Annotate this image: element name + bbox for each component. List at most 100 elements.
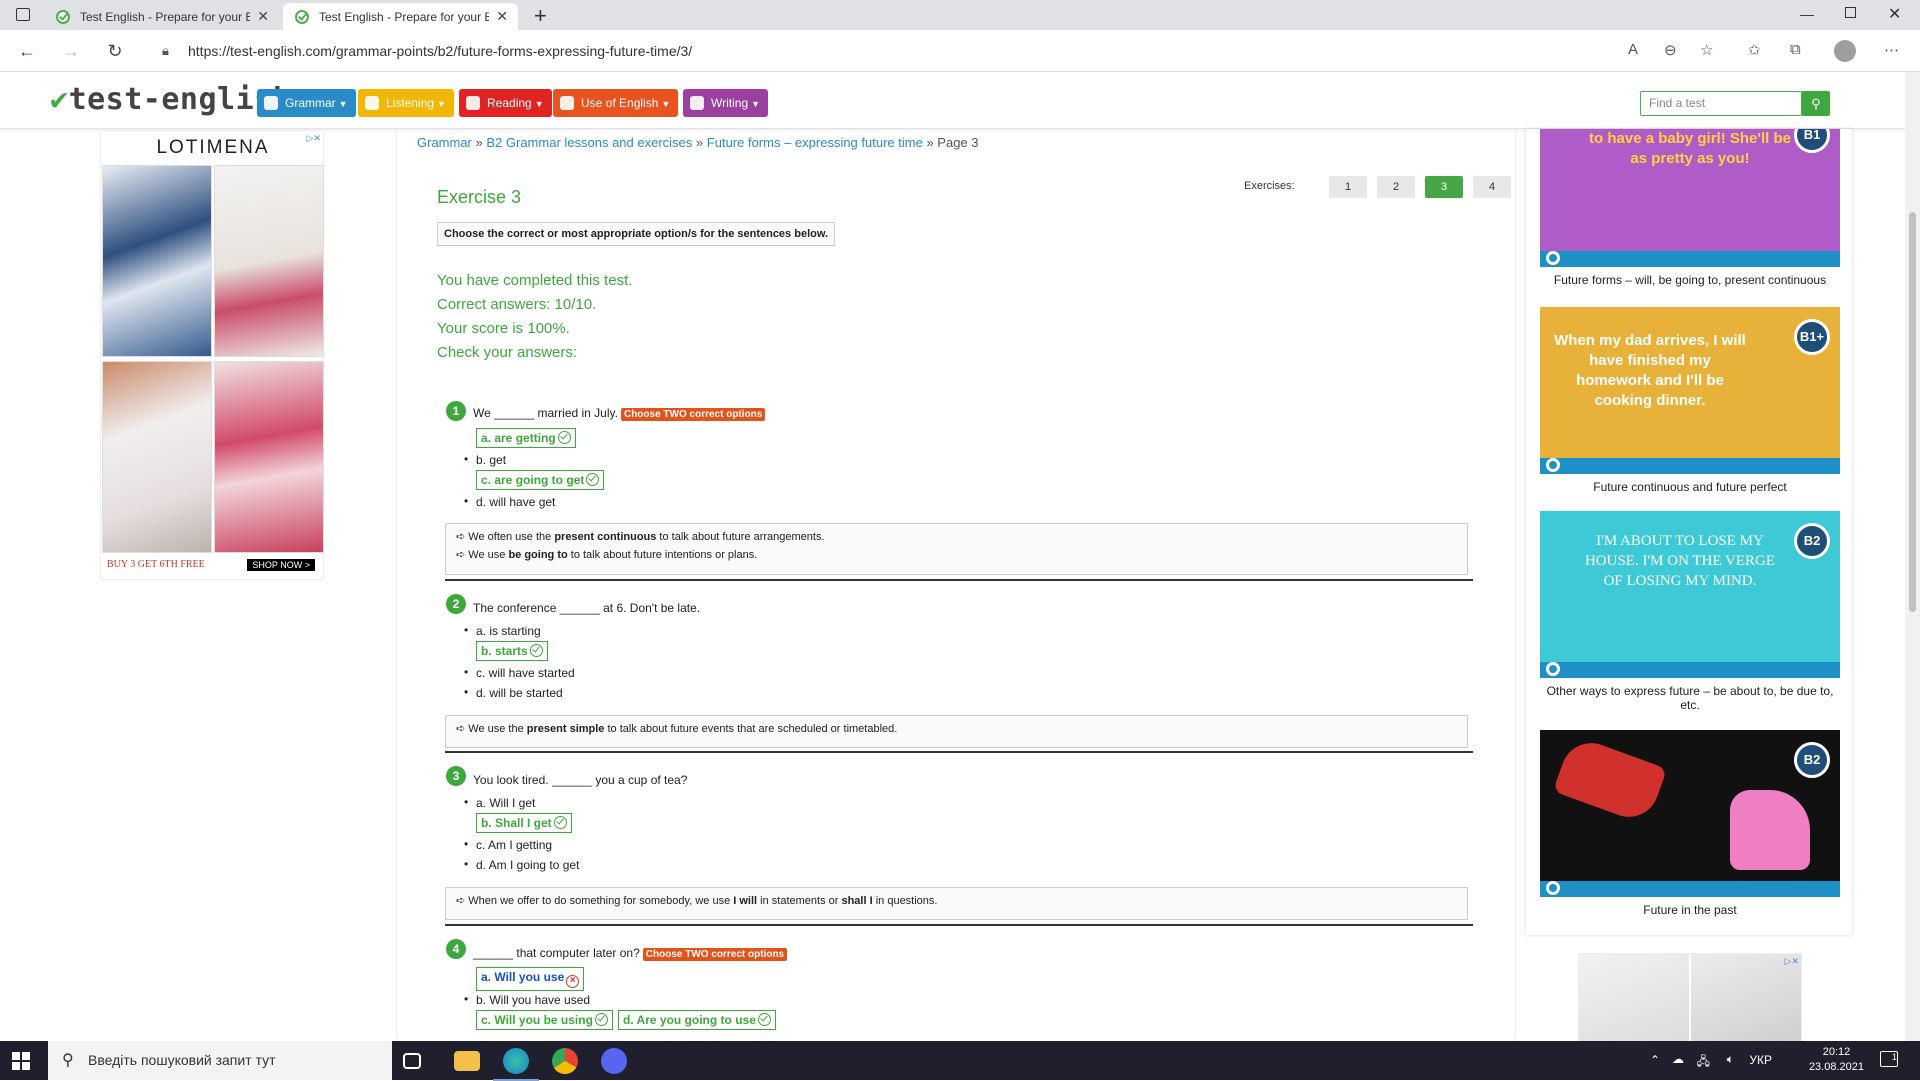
answer-option: b. get xyxy=(464,452,506,467)
lesson-card[interactable]: I'M ABOUT TO LOSE MY HOUSE. I'M ON THE V… xyxy=(1540,511,1840,712)
tray-chevron-icon[interactable]: ⌃ xyxy=(1650,1053,1660,1067)
ad-image[interactable] xyxy=(214,361,324,553)
collections-icon[interactable]: ⧉ xyxy=(1790,41,1801,58)
lesson-caption[interactable]: Other ways to express future – be about … xyxy=(1540,684,1840,712)
question-text: The conference ______ at 6. Don't be lat… xyxy=(473,601,701,615)
menu-use-of-english[interactable]: Use of English ▼ xyxy=(553,89,679,117)
favorites-icon[interactable]: ✩ xyxy=(1748,41,1761,59)
correct-check-icon xyxy=(529,644,543,657)
question-text: We ______ married in July. Choose TWO cor… xyxy=(473,406,766,421)
language-indicator[interactable]: УКР xyxy=(1749,1053,1772,1067)
network-icon[interactable]: 🖧︎ xyxy=(1697,1052,1710,1073)
question-number: 4 xyxy=(446,939,466,959)
restore-icon[interactable] xyxy=(1845,7,1856,18)
site-icon xyxy=(1546,251,1560,265)
lesson-thumbnail[interactable]: I'M ABOUT TO LOSE MY HOUSE. I'M ON THE V… xyxy=(1540,511,1840,678)
correct-check-icon xyxy=(553,816,567,829)
windows-start-icon[interactable] xyxy=(12,1052,30,1070)
lesson-caption[interactable]: Future in the past xyxy=(1540,903,1840,917)
close-tab-icon[interactable]: ✕ xyxy=(496,8,508,25)
advertisement-right[interactable]: ▷✕ xyxy=(1578,953,1802,1043)
task-view-icon[interactable] xyxy=(403,1053,421,1069)
zoom-icon[interactable]: ⊖ xyxy=(1664,41,1677,59)
breadcrumb-current: Page 3 xyxy=(937,135,979,150)
dinosaur-image xyxy=(1730,790,1810,870)
question-number: 2 xyxy=(446,594,466,614)
taskbar-search-input[interactable]: ⚲ Введіть пошуковий запит тут xyxy=(48,1041,392,1080)
lesson-card[interactable]: to have a baby girl! She'll be as pretty… xyxy=(1540,129,1840,287)
related-lessons-sidebar: to have a baby girl! She'll be as pretty… xyxy=(1526,129,1852,935)
taskbar-clock[interactable]: 20:12 23.08.2021 xyxy=(1809,1045,1864,1075)
clock-date: 23.08.2021 xyxy=(1808,1061,1864,1073)
site-header: ✔test-english Grammar ▼ Listening ▼ Readin… xyxy=(0,72,1905,129)
ad-image[interactable] xyxy=(1579,954,1689,1042)
breadcrumb-b2-lessons[interactable]: B2 Grammar lessons and exercises xyxy=(486,135,692,150)
exercise-page-2[interactable]: 2 xyxy=(1377,176,1415,198)
onedrive-icon[interactable]: ☁ xyxy=(1672,1052,1684,1066)
url-field[interactable]: 🔒︎ https://test-english.com/grammar-poin… xyxy=(160,36,1340,66)
menu-listening[interactable]: Listening ▼ xyxy=(358,89,454,117)
lesson-card[interactable]: B2 Future in the past xyxy=(1540,730,1840,917)
read-aloud-icon[interactable]: A xyxy=(1628,41,1638,58)
ad-image[interactable] xyxy=(102,165,212,357)
exercise-page-1[interactable]: 1 xyxy=(1329,176,1367,198)
lesson-caption[interactable]: Future forms – will, be going to, presen… xyxy=(1540,273,1840,287)
option-label: c. are going to get xyxy=(481,473,585,487)
close-window-icon[interactable]: ✕ xyxy=(1888,4,1901,24)
correct-check-icon xyxy=(757,1013,771,1026)
site-logo[interactable]: ✔test-english xyxy=(50,82,291,117)
question-divider xyxy=(445,579,1473,581)
new-tab-button[interactable]: + xyxy=(534,3,547,29)
option-label: c. Am I getting xyxy=(476,838,553,852)
tab-title: Test English - Prepare for your English … xyxy=(80,9,250,24)
volume-icon[interactable]: 🔈︎ xyxy=(1727,1052,1734,1067)
exercise-page-4[interactable]: 4 xyxy=(1473,176,1511,198)
minimize-icon[interactable]: — xyxy=(1800,6,1814,22)
option-label: a. is starting xyxy=(476,624,541,638)
menu-writing[interactable]: Writing ▼ xyxy=(683,89,769,117)
file-explorer-icon[interactable] xyxy=(454,1051,480,1071)
option-label: b. Will you have used xyxy=(476,993,591,1007)
lesson-thumbnail[interactable]: B2 xyxy=(1540,730,1840,897)
browser-tab-2[interactable]: Test English - Prepare for your English … xyxy=(283,3,518,30)
search-input[interactable]: Find a test xyxy=(1640,91,1802,116)
correct-check-icon xyxy=(557,431,571,444)
notification-icon[interactable]: 1 xyxy=(1880,1051,1898,1067)
lesson-card[interactable]: When my dad arrives, I will have finishe… xyxy=(1540,307,1840,494)
lesson-thumbnail[interactable]: When my dad arrives, I will have finishe… xyxy=(1540,307,1840,474)
lesson-caption[interactable]: Future continuous and future perfect xyxy=(1540,480,1840,494)
window-menu-icon[interactable] xyxy=(16,8,30,21)
ad-image[interactable] xyxy=(1691,954,1801,1042)
reload-icon[interactable]: ↻ xyxy=(102,38,128,64)
lock-icon[interactable]: 🔒︎ xyxy=(162,36,169,66)
browser-tab-1[interactable]: Test English - Prepare for your English … xyxy=(44,3,279,30)
search-button[interactable]: ⚲ xyxy=(1802,91,1830,116)
ad-shop-button[interactable]: SHOP NOW > xyxy=(247,559,315,571)
logo-check-icon: ✔ xyxy=(50,82,69,117)
back-icon[interactable]: ← xyxy=(14,38,40,64)
breadcrumb-future-forms[interactable]: Future forms – expressing future time xyxy=(707,135,923,150)
thumbnail-strip xyxy=(1540,881,1840,897)
ad-image[interactable] xyxy=(214,165,324,357)
forward-icon[interactable]: → xyxy=(58,38,84,64)
menu-grammar[interactable]: Grammar ▼ xyxy=(257,89,356,117)
more-menu-icon[interactable]: ⋯ xyxy=(1884,41,1899,59)
breadcrumb-sep: » xyxy=(475,135,483,150)
site-icon xyxy=(1546,881,1560,895)
menu-reading[interactable]: Reading ▼ xyxy=(459,89,552,117)
scrollbar-thumb[interactable] xyxy=(1909,212,1916,612)
close-tab-icon[interactable]: ✕ xyxy=(257,8,269,25)
exercise-page-3[interactable]: 3 xyxy=(1425,176,1463,198)
answer-option: a. is starting xyxy=(464,623,541,638)
ad-close-icon[interactable]: ▷✕ xyxy=(1785,956,1799,967)
profile-avatar[interactable] xyxy=(1834,40,1856,62)
ad-image[interactable] xyxy=(102,361,212,553)
advertisement-left[interactable]: ▷✕ LOTIMENA BUY 3 GET 6TH FREE SHOP NOW … xyxy=(100,130,324,580)
lesson-thumbnail[interactable]: to have a baby girl! She'll be as pretty… xyxy=(1540,129,1840,267)
breadcrumb-grammar[interactable]: Grammar xyxy=(417,135,472,150)
ad-brand: LOTIMENA xyxy=(156,137,270,158)
discord-icon[interactable] xyxy=(601,1048,627,1074)
add-favorite-icon[interactable]: ☆ xyxy=(1700,41,1713,59)
chrome-icon[interactable] xyxy=(552,1048,578,1074)
edge-icon[interactable] xyxy=(493,1048,539,1081)
